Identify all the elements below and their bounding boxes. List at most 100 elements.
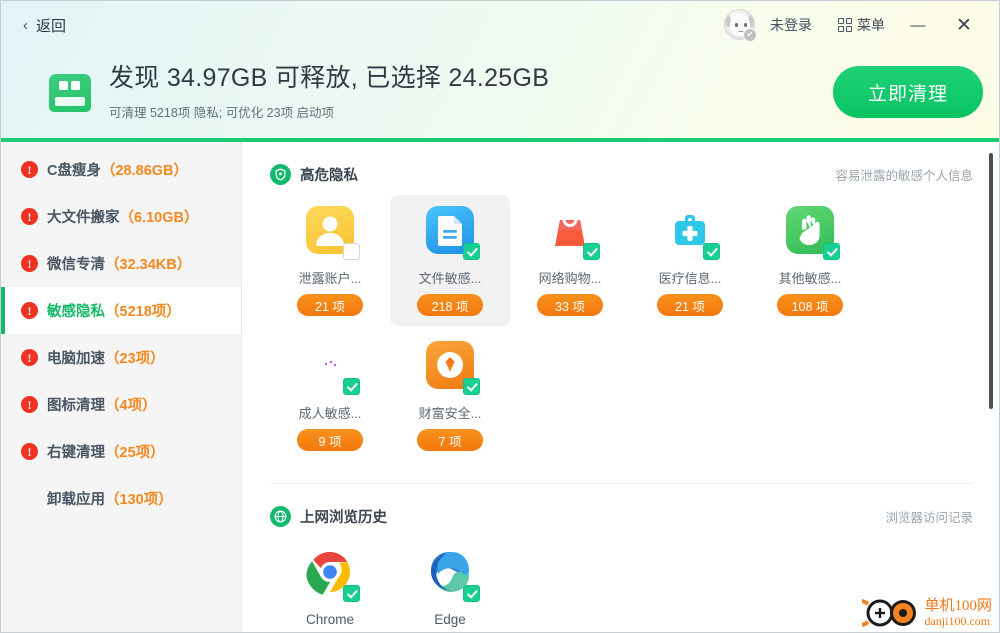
warning-icon: ! <box>21 396 38 413</box>
section-header: 上网浏览历史 浏览器访问记录 <box>270 506 973 527</box>
tile-1[interactable]: Edge <box>390 537 510 632</box>
sidebar-item-4[interactable]: ! 电脑加速 （23项） <box>1 334 241 381</box>
tile-0[interactable]: Chrome <box>270 537 390 632</box>
tile-label: Chrome <box>305 612 354 627</box>
tile-5[interactable]: 成人敏感... 9 项 <box>270 330 390 461</box>
sidebar-item-2[interactable]: ! 微信专清 （32.34KB） <box>1 240 241 287</box>
tile-checkbox[interactable] <box>343 585 360 602</box>
tile-0[interactable]: 泄露账户... 21 项 <box>270 195 390 326</box>
tile-2[interactable]: 网络购物... 33 项 <box>510 195 630 326</box>
disk-icon-square-2 <box>71 81 80 90</box>
sections-container: 高危隐私 容易泄露的敏感个人信息 泄露账户... 21 项 文件敏感... 218 项 网络… <box>242 142 999 632</box>
avatar[interactable]: ✔ <box>724 9 757 42</box>
sidebar-item-label: 大文件搬家 <box>47 210 120 226</box>
app-header: ‹ 返回 ✔ 未登录 菜单 — ✕ 发现 34.97GB 可释放, 已选择 24… <box>1 1 999 138</box>
tile-count-badge: 9 项 <box>297 429 363 451</box>
sidebar-item-count: （5218项） <box>105 304 181 320</box>
sidebar-item-count: （23项） <box>105 351 165 367</box>
sidebar-item-label: C盘瘦身 <box>47 163 101 179</box>
avatar-shield-badge: ✔ <box>743 28 757 42</box>
tile-icon-wrap <box>300 548 360 604</box>
sidebar-item-count: （6.10GB） <box>119 210 199 226</box>
disk-icon-square-1 <box>59 81 68 90</box>
section-header: 高危隐私 容易泄露的敏感个人信息 <box>270 164 973 185</box>
tile-label: 成人敏感... <box>298 406 362 421</box>
tile-checkbox[interactable] <box>823 243 840 260</box>
tile-label: 医疗信息... <box>658 271 722 286</box>
chevron-left-icon: ‹ <box>23 16 28 34</box>
sidebar-item-1[interactable]: ! 大文件搬家 （6.10GB） <box>1 193 241 240</box>
sidebar-item-3[interactable]: ! 敏感隐私 （5218项） <box>1 287 241 334</box>
tile-icon-wrap <box>660 206 720 262</box>
grid-menu-icon <box>838 18 852 32</box>
login-status-label[interactable]: 未登录 <box>764 11 818 39</box>
sidebar-item-count: （28.86GB） <box>100 163 189 179</box>
avatar-eye-right <box>744 23 747 27</box>
tile-checkbox[interactable] <box>343 243 360 260</box>
tile-6[interactable]: 财富安全... 7 项 <box>390 330 510 461</box>
tile-checkbox[interactable] <box>343 378 360 395</box>
tile-icon-wrap <box>300 341 360 397</box>
app-window: ‹ 返回 ✔ 未登录 菜单 — ✕ 发现 34.97GB 可释放, 已选择 24… <box>0 0 1000 633</box>
section-browsing-history: 上网浏览历史 浏览器访问记录 Chrome Edge <box>242 484 999 632</box>
section-title: 上网浏览历史 <box>300 510 387 526</box>
warning-icon: ! <box>21 161 38 178</box>
tile-1[interactable]: 文件敏感... 218 项 <box>390 195 510 326</box>
warning-icon: ! <box>21 208 38 225</box>
tile-count-badge: 7 项 <box>417 429 483 451</box>
tile-count-badge: 33 项 <box>537 294 603 316</box>
tile-checkbox[interactable] <box>583 243 600 260</box>
avatar-eye-left <box>735 23 738 27</box>
content-area: 高危隐私 容易泄露的敏感个人信息 泄露账户... 21 项 文件敏感... 218 项 网络… <box>242 142 999 632</box>
sidebar-item-6[interactable]: ! 右键清理 （25项） <box>1 428 241 475</box>
clean-now-button[interactable]: 立即清理 <box>833 66 983 118</box>
hero-title: 发现 34.97GB 可释放, 已选择 24.25GB <box>109 64 550 92</box>
sidebar-item-count: （25项） <box>105 445 165 461</box>
warning-icon: ! <box>21 255 38 272</box>
sidebar-item-label: 微信专清 <box>47 257 105 273</box>
tile-label: 财富安全... <box>418 406 482 421</box>
sidebar-item-count: （4项） <box>105 398 157 414</box>
close-button[interactable]: ✕ <box>945 9 983 41</box>
globe-icon <box>270 506 291 527</box>
tile-checkbox[interactable] <box>463 243 480 260</box>
minimize-button[interactable]: — <box>899 9 937 41</box>
sidebar-item-label: 电脑加速 <box>47 351 105 367</box>
sidebar-item-7[interactable]: !卸载应用（130项） <box>1 475 241 522</box>
tile-count-badge: 21 项 <box>297 294 363 316</box>
sidebar-item-label: 右键清理 <box>47 445 105 461</box>
sidebar-item-count: （32.34KB） <box>105 257 192 273</box>
sidebar-item-0[interactable]: ! C盘瘦身 （28.86GB） <box>1 146 241 193</box>
disk-icon-slot <box>55 97 85 106</box>
tile-checkbox[interactable] <box>463 585 480 602</box>
section-title: 高危隐私 <box>300 168 358 184</box>
tile-label: 网络购物... <box>538 271 602 286</box>
warning-icon: ! <box>21 302 38 319</box>
hero-subtitle: 可清理 5218项 隐私; 可优化 23项 启动项 <box>109 106 335 120</box>
tile-icon-wrap <box>300 206 360 262</box>
titlebar-right-controls: ✔ 未登录 菜单 — ✕ <box>724 9 985 42</box>
shield-icon <box>270 164 291 185</box>
tile-label: 泄露账户... <box>298 271 362 286</box>
sidebar-item-5[interactable]: ! 图标清理 （4项） <box>1 381 241 428</box>
sidebar-item-label: 卸载应用 <box>47 492 105 508</box>
tile-checkbox[interactable] <box>703 243 720 260</box>
tile-3[interactable]: 医疗信息... 21 项 <box>630 195 750 326</box>
section-note: 浏览器访问记录 <box>885 511 973 525</box>
disk-icon <box>45 70 95 114</box>
tile-icon-wrap <box>420 206 480 262</box>
tile-count-badge: 21 项 <box>657 294 723 316</box>
menu-button[interactable]: 菜单 <box>834 11 889 39</box>
tile-4[interactable]: 其他敏感... 108 项 <box>750 195 870 326</box>
content-scrollbar[interactable] <box>989 153 993 409</box>
tile-count-badge: 108 项 <box>777 294 843 316</box>
tile-label: 文件敏感... <box>418 271 482 286</box>
sidebar: ! C盘瘦身 （28.86GB）! 大文件搬家 （6.10GB）! 微信专清 （32.34K… <box>1 142 242 632</box>
back-button[interactable]: ‹ 返回 <box>17 11 72 40</box>
tile-checkbox[interactable] <box>463 378 480 395</box>
tile-icon-wrap <box>420 548 480 604</box>
tile-icon-wrap <box>540 206 600 262</box>
back-button-label: 返回 <box>36 17 67 35</box>
tile-icon-wrap <box>420 341 480 397</box>
tile-label: 其他敏感... <box>778 271 842 286</box>
